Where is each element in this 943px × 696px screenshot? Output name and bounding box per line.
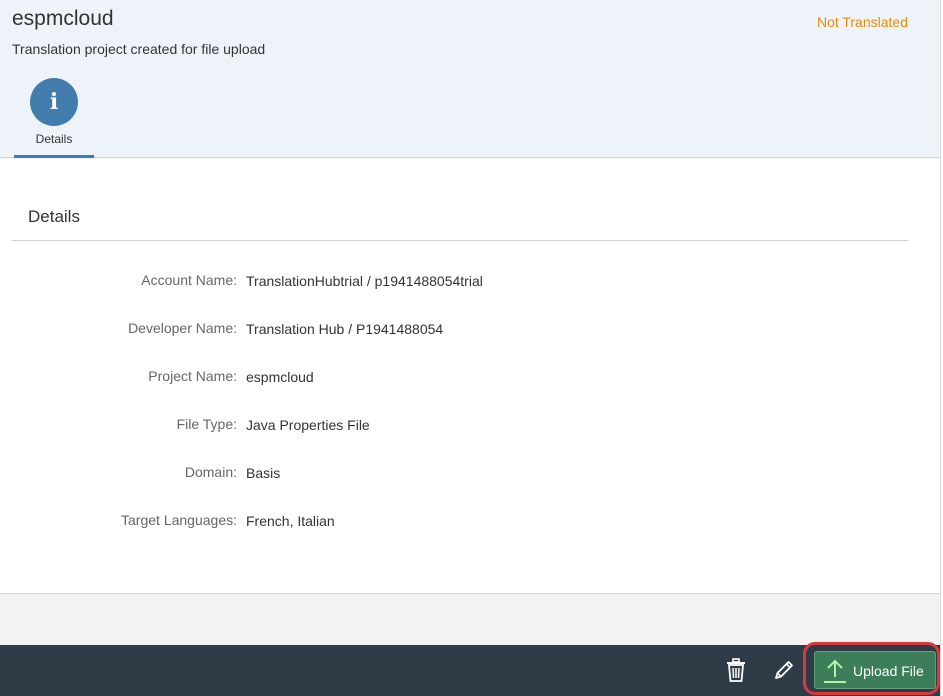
delete-button[interactable] (719, 655, 753, 685)
tab-details-label: Details (35, 132, 73, 146)
trash-icon (727, 658, 745, 682)
field-value: Java Properties File (246, 417, 370, 433)
upload-icon (824, 659, 846, 683)
field-developer-name: Developer Name: Translation Hub / P19414… (0, 320, 940, 340)
pencil-icon (775, 661, 793, 679)
field-label: Project Name: (148, 368, 237, 384)
field-value: Translation Hub / P1941488054 (246, 321, 444, 337)
field-label: File Type: (176, 416, 237, 432)
field-value: Basis (246, 465, 281, 481)
field-target-languages: Target Languages: French, Italian (0, 512, 940, 532)
section-divider (12, 240, 908, 241)
footer-toolbar: Upload File (0, 645, 940, 696)
upload-file-button[interactable]: Upload File (814, 651, 936, 689)
tab-details[interactable]: i Details (14, 78, 94, 158)
field-domain: Domain: Basis (0, 464, 940, 484)
field-value: espmcloud (246, 369, 314, 385)
page-subtitle: Translation project created for file upl… (12, 41, 266, 57)
field-label: Target Languages: (121, 512, 237, 528)
details-panel: Details Account Name: TranslationHubtria… (0, 159, 940, 594)
field-value: French, Italian (246, 513, 335, 529)
info-icon: i (30, 78, 78, 126)
section-title: Details (28, 207, 80, 226)
object-header: espmcloud Translation project created fo… (0, 0, 940, 158)
upload-file-label: Upload File (853, 663, 924, 679)
field-label: Account Name: (141, 272, 237, 288)
field-value: TranslationHubtrial / p1941488054trial (246, 273, 483, 289)
field-label: Domain: (184, 464, 237, 480)
field-label: Developer Name: (128, 320, 237, 336)
field-file-type: File Type: Java Properties File (0, 416, 940, 436)
edit-button[interactable] (767, 655, 801, 685)
field-project-name: Project Name: espmcloud (0, 368, 940, 388)
page-title: espmcloud (12, 7, 114, 30)
status-text: Not Translated (816, 14, 908, 30)
field-account-name: Account Name: TranslationHubtrial / p194… (0, 272, 940, 292)
